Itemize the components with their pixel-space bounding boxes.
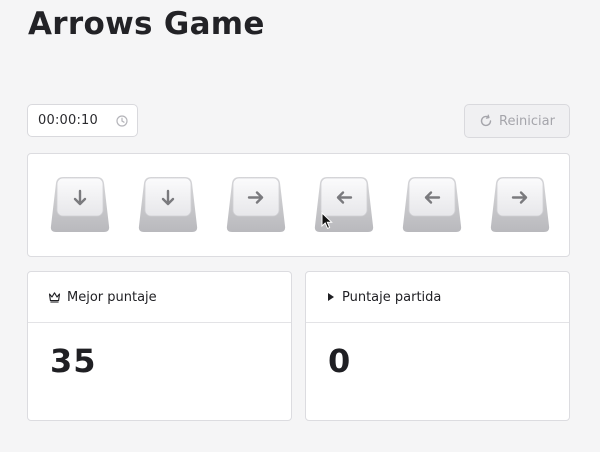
reset-button[interactable]: Reiniciar — [464, 104, 570, 138]
best-score-header: Mejor puntaje — [28, 272, 291, 323]
clock-icon — [116, 115, 128, 127]
rotate-icon — [480, 114, 492, 127]
crown-icon — [48, 292, 61, 303]
play-icon — [328, 293, 334, 301]
mouse-cursor-icon — [321, 212, 333, 230]
best-score-value: 35 — [50, 342, 97, 380]
key-down-icon[interactable] — [137, 174, 199, 234]
page-title: Arrows Game — [28, 6, 265, 42]
timer-value: 00:00:10 — [38, 113, 98, 128]
current-score-card: Puntaje partida 0 — [305, 271, 570, 421]
current-score-label: Puntaje partida — [342, 289, 442, 305]
current-score-header: Puntaje partida — [306, 272, 569, 323]
reset-label: Reiniciar — [499, 113, 555, 129]
best-score-card: Mejor puntaje 35 — [27, 271, 292, 421]
key-right-icon[interactable] — [225, 174, 287, 234]
arrow-sequence-panel — [27, 153, 570, 257]
key-right-icon[interactable] — [489, 174, 551, 234]
best-score-label: Mejor puntaje — [67, 289, 157, 305]
current-score-value: 0 — [328, 342, 352, 380]
key-down-icon[interactable] — [49, 174, 111, 234]
key-left-icon[interactable] — [401, 174, 463, 234]
timer-display: 00:00:10 — [27, 104, 138, 137]
